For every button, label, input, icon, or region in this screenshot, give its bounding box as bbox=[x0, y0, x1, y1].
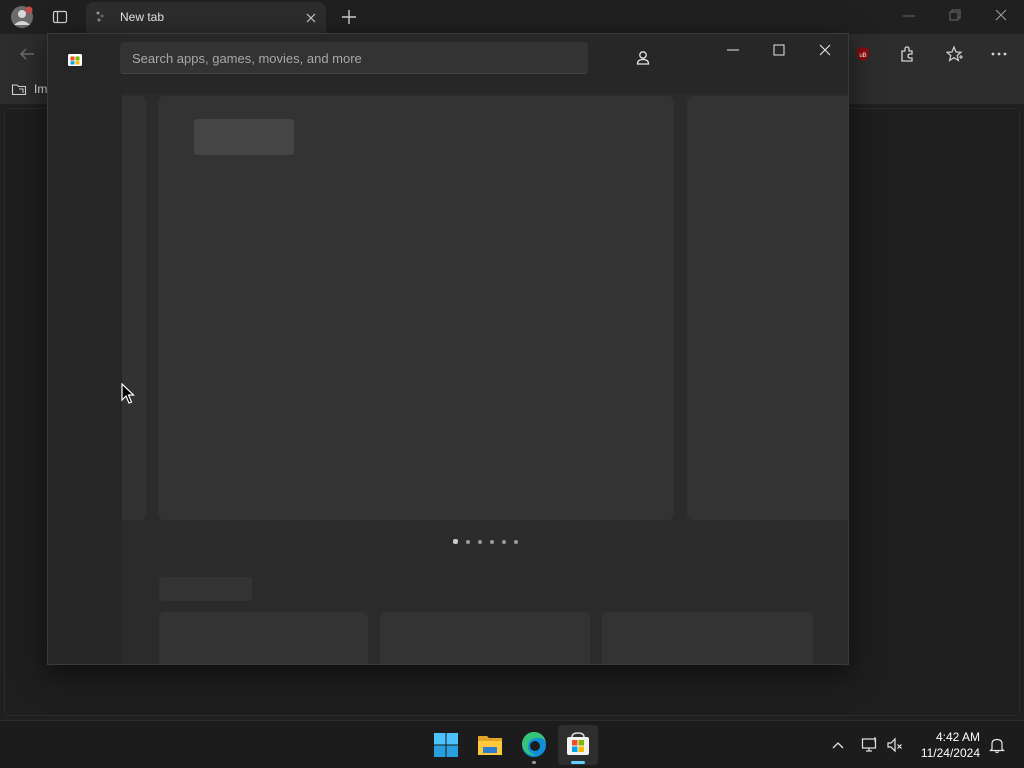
pager-dot[interactable] bbox=[514, 540, 518, 544]
browser-close-icon[interactable] bbox=[994, 8, 1008, 22]
app-card-placeholder[interactable] bbox=[159, 612, 368, 664]
tab-strip: New tab bbox=[0, 0, 1024, 34]
favorites-bar-item[interactable]: Im bbox=[34, 82, 47, 96]
mouse-cursor-icon bbox=[121, 383, 135, 405]
tab-actions-icon[interactable] bbox=[52, 9, 68, 25]
network-icon[interactable] bbox=[861, 736, 879, 754]
extensions-icon[interactable] bbox=[898, 45, 916, 63]
store-search-box[interactable]: Search apps, games, movies, and more bbox=[120, 42, 588, 74]
app-card-placeholder[interactable] bbox=[380, 612, 590, 664]
store-icon[interactable] bbox=[558, 725, 598, 765]
file-explorer-icon[interactable] bbox=[470, 725, 510, 765]
minimize-icon[interactable] bbox=[726, 43, 740, 57]
edge-tab-favicon bbox=[94, 10, 108, 24]
store-home-content bbox=[122, 94, 848, 664]
new-tab-icon[interactable] bbox=[340, 8, 358, 26]
account-icon[interactable] bbox=[634, 49, 652, 67]
app-card-placeholder[interactable] bbox=[602, 612, 813, 664]
hero-card-current[interactable] bbox=[158, 96, 674, 520]
clock-date[interactable]: 11/24/2024 bbox=[921, 746, 980, 760]
section-title-placeholder bbox=[159, 577, 252, 601]
windows-start-icon[interactable] bbox=[426, 725, 466, 765]
favorites-icon[interactable] bbox=[946, 45, 964, 63]
store-navigation-pane bbox=[48, 34, 122, 664]
ublock-icon[interactable]: uB bbox=[855, 46, 871, 62]
tab-close-icon[interactable] bbox=[304, 11, 318, 25]
profile-avatar-icon[interactable] bbox=[10, 5, 34, 29]
favorites-folder-icon[interactable] bbox=[11, 81, 27, 97]
store-logo-icon bbox=[67, 51, 83, 67]
clock-time[interactable]: 4:42 AM bbox=[936, 730, 980, 744]
tab-new-tab[interactable]: New tab bbox=[86, 2, 326, 34]
browser-restore-icon[interactable] bbox=[948, 8, 962, 22]
maximize-icon[interactable] bbox=[772, 43, 786, 57]
volume-muted-icon[interactable] bbox=[886, 736, 904, 754]
tab-title: New tab bbox=[120, 10, 165, 24]
edge-icon[interactable] bbox=[514, 725, 554, 765]
chevron-up-icon[interactable] bbox=[830, 737, 846, 753]
pager-dot[interactable] bbox=[490, 540, 494, 544]
close-icon[interactable] bbox=[818, 43, 832, 57]
more-menu-icon[interactable] bbox=[990, 45, 1008, 63]
pager-dot-active[interactable] bbox=[453, 539, 458, 544]
hero-card-next[interactable] bbox=[687, 96, 848, 520]
hero-title-placeholder bbox=[194, 119, 294, 155]
pager-dot[interactable] bbox=[466, 540, 470, 544]
taskbar: 4:42 AM 11/24/2024 bbox=[0, 720, 1024, 768]
browser-minimize-icon[interactable] bbox=[902, 8, 916, 22]
store-search-placeholder: Search apps, games, movies, and more bbox=[132, 51, 362, 66]
ublock-label: uB bbox=[859, 53, 866, 59]
pager-dot[interactable] bbox=[502, 540, 506, 544]
notification-bell-icon[interactable] bbox=[988, 736, 1006, 754]
back-icon[interactable] bbox=[18, 45, 36, 63]
hero-card-previous[interactable] bbox=[122, 96, 146, 520]
pager-dot[interactable] bbox=[478, 540, 482, 544]
store-window: Search apps, games, movies, and more bbox=[47, 33, 849, 665]
